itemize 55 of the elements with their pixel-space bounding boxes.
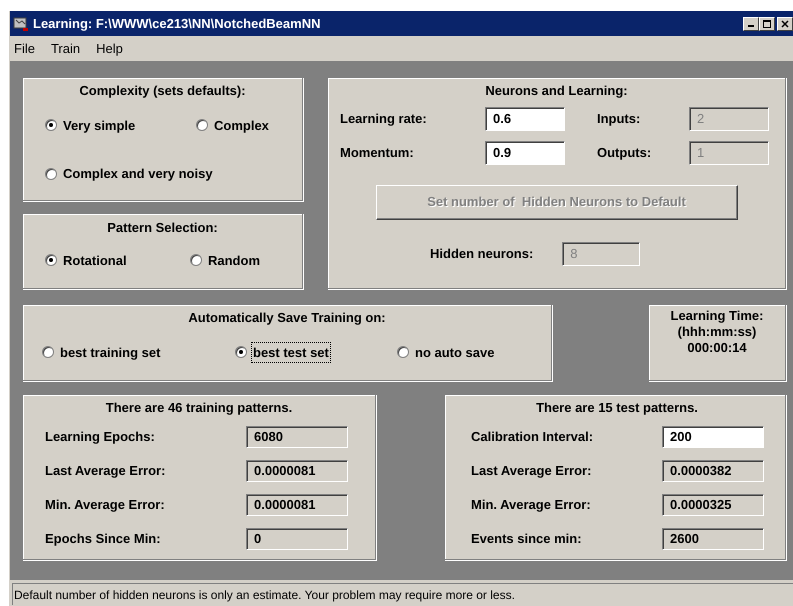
radio-label: no auto save xyxy=(414,344,496,362)
radio-button[interactable]: no auto save xyxy=(397,342,551,363)
field-label: Last Average Error: xyxy=(471,462,592,480)
field-label: Learning rate: xyxy=(340,110,428,128)
radio-button[interactable]: Random xyxy=(190,250,302,271)
field-label: Learning Epochs: xyxy=(45,428,156,446)
radio-label: best training set xyxy=(59,344,162,362)
maximize-icon xyxy=(763,20,771,28)
field-label: Momentum: xyxy=(340,144,415,162)
radio-button[interactable]: Very simple xyxy=(45,114,196,136)
input-field[interactable]: 0.9 xyxy=(485,140,565,164)
time-format-label: (hhh:mm:ss) xyxy=(678,324,756,340)
radio-button[interactable]: Rotational xyxy=(45,250,190,271)
window-title: Learning: F:\WWW\ce213\NN\NotchedBeamNN xyxy=(33,14,322,33)
value-field: 0.0000325 xyxy=(662,494,764,516)
radio-label: best test set xyxy=(251,342,331,363)
learning-time-value: 000:00:14 xyxy=(687,340,747,356)
minimize-button[interactable] xyxy=(743,16,759,30)
field-label: Calibration Interval: xyxy=(471,428,594,446)
minimize-icon xyxy=(748,25,754,27)
radio-button[interactable]: best training set xyxy=(42,342,235,363)
panel-title: Complexity (sets defaults): xyxy=(79,82,246,100)
radio-button[interactable]: Complex xyxy=(196,114,302,136)
panel-title: There are 15 test patterns. xyxy=(536,399,698,417)
maximize-button[interactable] xyxy=(759,16,775,30)
value-field: 6080 xyxy=(246,426,348,448)
menu-item[interactable]: Help xyxy=(95,38,124,58)
field-label: Hidden neurons: xyxy=(430,244,534,263)
panel-title: Pattern Selection: xyxy=(107,219,218,237)
field-label: Events since min: xyxy=(471,530,583,548)
panel-title: Automatically Save Training on: xyxy=(188,309,386,327)
radio-button[interactable]: Complex and very noisy xyxy=(45,163,302,184)
radio-button[interactable]: best test set xyxy=(235,342,397,363)
status-bar: Default number of hidden neurons is only an estimate. Your problem may require more or less. xyxy=(12,583,793,605)
value-field: 0.0000081 xyxy=(246,494,348,516)
app-icon xyxy=(13,16,29,32)
field-label: Min. Average Error: xyxy=(45,496,166,514)
field-label: Outputs: xyxy=(597,144,652,162)
input-field[interactable]: 0.6 xyxy=(485,106,565,130)
learning-time-label: Learning Time: xyxy=(670,308,764,324)
value-field: 0.0000382 xyxy=(662,460,764,482)
field-label: Inputs: xyxy=(597,110,642,128)
menu-item[interactable]: Train xyxy=(50,38,82,58)
value-field: 2600 xyxy=(662,528,764,550)
panel-title: Neurons and Learning: xyxy=(485,82,628,100)
panel-title: There are 46 training patterns. xyxy=(106,399,292,417)
input-field[interactable]: 200 xyxy=(662,426,764,448)
field-label: Last Average Error: xyxy=(45,462,166,480)
menu-item[interactable]: File xyxy=(13,38,36,58)
value-field: 0 xyxy=(246,528,348,550)
value-field: 0.0000081 xyxy=(246,460,348,482)
close-icon xyxy=(781,20,789,28)
close-button[interactable] xyxy=(777,16,793,30)
field-label: Min. Average Error: xyxy=(471,496,592,514)
field-label: Epochs Since Min: xyxy=(45,530,162,548)
